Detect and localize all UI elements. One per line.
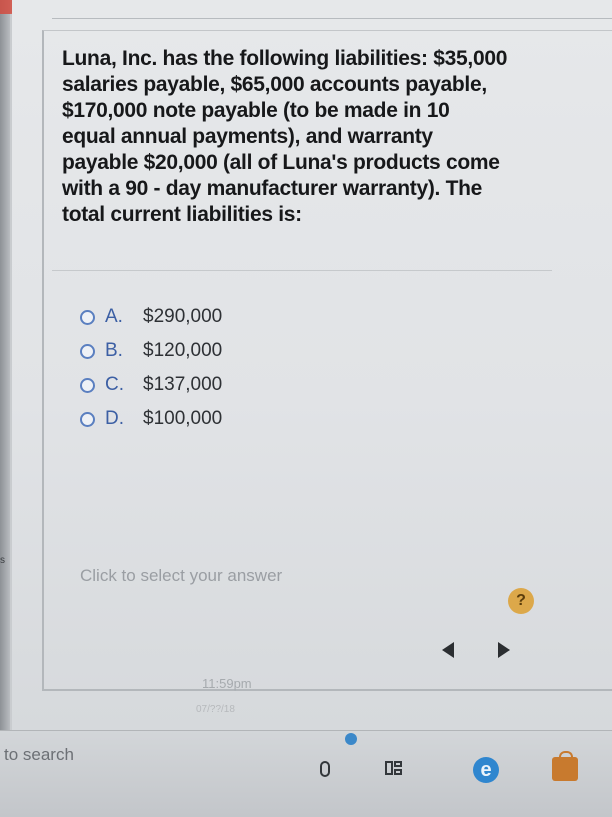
option-letter: C.: [105, 374, 124, 395]
edge-browser-icon[interactable]: e: [473, 757, 499, 783]
taskbar: to search e: [0, 730, 612, 817]
microphone-icon[interactable]: [320, 761, 330, 777]
side-letter: s: [0, 555, 5, 566]
option-c[interactable]: C. $137,000: [80, 368, 222, 402]
due-date: 07/??/18: [196, 704, 235, 715]
option-value: $120,000: [143, 340, 223, 361]
screen-bezel: [0, 0, 10, 730]
option-value: $137,000: [143, 374, 223, 395]
next-arrow-icon[interactable]: [498, 642, 510, 658]
option-letter: A.: [105, 306, 123, 327]
option-value: $100,000: [143, 408, 223, 429]
option-letter: D.: [105, 408, 124, 429]
answer-box[interactable]: Click to select your answer: [52, 540, 542, 610]
status-dot: [345, 733, 357, 745]
help-icon[interactable]: ?: [508, 588, 534, 614]
option-value: $290,000: [143, 306, 223, 327]
prev-arrow-icon[interactable]: [442, 642, 454, 658]
option-letter: B.: [105, 340, 123, 361]
question-text: Luna, Inc. has the following liabilities…: [62, 46, 544, 228]
question-divider: [52, 270, 552, 271]
top-divider: [52, 18, 612, 19]
question-line: payable $20,000 (all of Luna's products …: [62, 151, 500, 174]
taskbar-search[interactable]: to search: [4, 745, 74, 765]
question-line: with a 90 - day manufacturer warranty). …: [62, 177, 483, 200]
answer-placeholder: Click to select your answer: [80, 566, 283, 585]
task-view-icon[interactable]: [385, 761, 403, 777]
store-icon[interactable]: [552, 751, 578, 781]
option-a[interactable]: A. $290,000: [80, 300, 222, 334]
radio-icon[interactable]: [80, 411, 95, 427]
radio-icon[interactable]: [80, 377, 95, 393]
answer-options: A. $290,000 B. $120,000 C. $137,000 D. $…: [80, 300, 222, 436]
question-line: salaries payable, $65,000 accounts payab…: [62, 73, 487, 96]
question-line: $170,000 note payable (to be made in 10: [62, 99, 450, 122]
due-time: 11:59pm: [202, 676, 252, 691]
option-d[interactable]: D. $100,000: [80, 402, 222, 436]
option-b[interactable]: B. $120,000: [80, 334, 222, 368]
quiz-page: Luna, Inc. has the following liabilities…: [12, 0, 612, 730]
question-line: equal annual payments), and warranty: [62, 125, 433, 148]
question-line: Luna, Inc. has the following liabilities…: [62, 47, 508, 70]
radio-icon[interactable]: [80, 343, 95, 359]
question-line: total current liabilities is:: [62, 203, 302, 226]
radio-icon[interactable]: [80, 309, 95, 325]
